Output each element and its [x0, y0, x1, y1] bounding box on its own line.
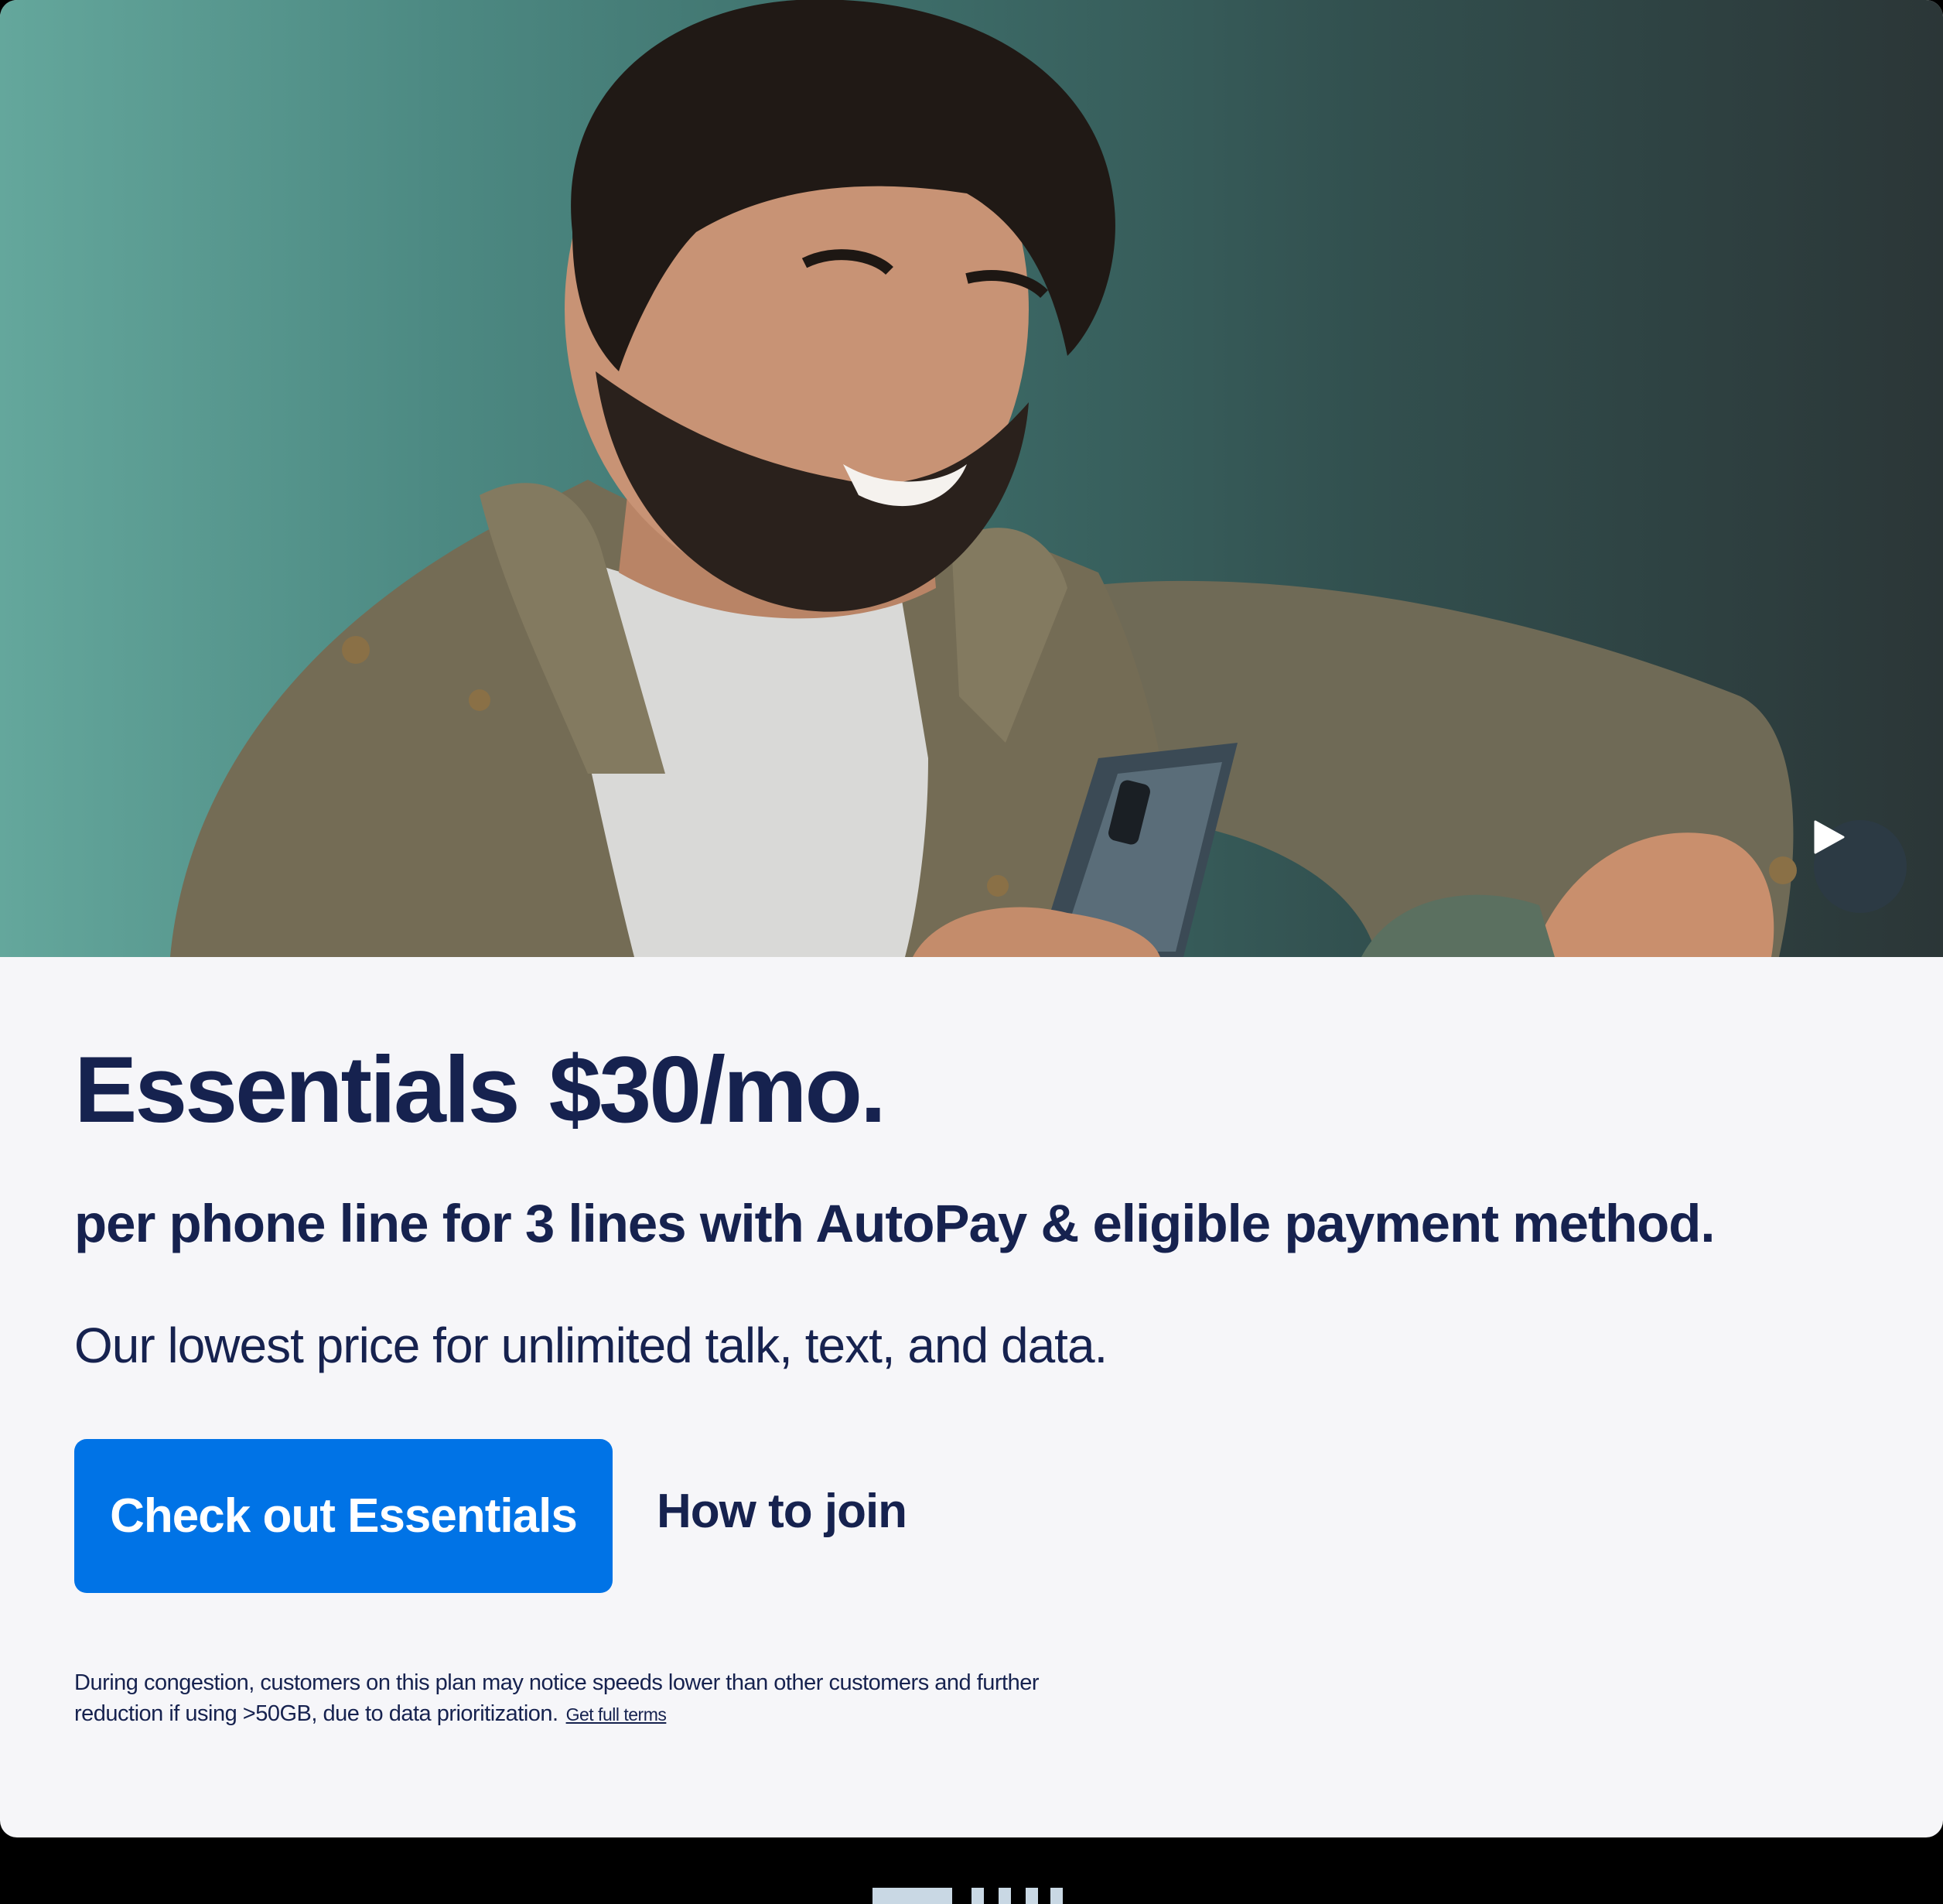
plan-price-details: per phone line for 3 lines with AutoPay …	[74, 1194, 1716, 1253]
get-full-terms-link[interactable]: Get full terms	[566, 1704, 667, 1725]
plan-heading: Essentials $30/mo.	[74, 1042, 886, 1137]
play-icon	[1814, 820, 1845, 854]
plan-name: Essentials	[74, 1037, 521, 1142]
brand-logo-partial	[872, 1888, 1074, 1904]
plan-price: $30/mo.	[548, 1037, 886, 1142]
plan-card: Essentials $30/mo. per phone line for 3 l…	[0, 0, 1943, 1837]
hero-image	[0, 0, 1943, 957]
hero-illustration	[170, 0, 1797, 957]
video-play-button[interactable]	[1814, 820, 1907, 913]
how-to-join-link[interactable]: How to join	[657, 1483, 907, 1540]
plan-tagline: Our lowest price for unlimited talk, tex…	[74, 1318, 1108, 1373]
legal-disclaimer: During congestion, customers on this pla…	[74, 1667, 1049, 1730]
disclaimer-text: During congestion, customers on this pla…	[74, 1670, 1040, 1726]
check-out-essentials-button[interactable]: Check out Essentials	[74, 1439, 613, 1593]
